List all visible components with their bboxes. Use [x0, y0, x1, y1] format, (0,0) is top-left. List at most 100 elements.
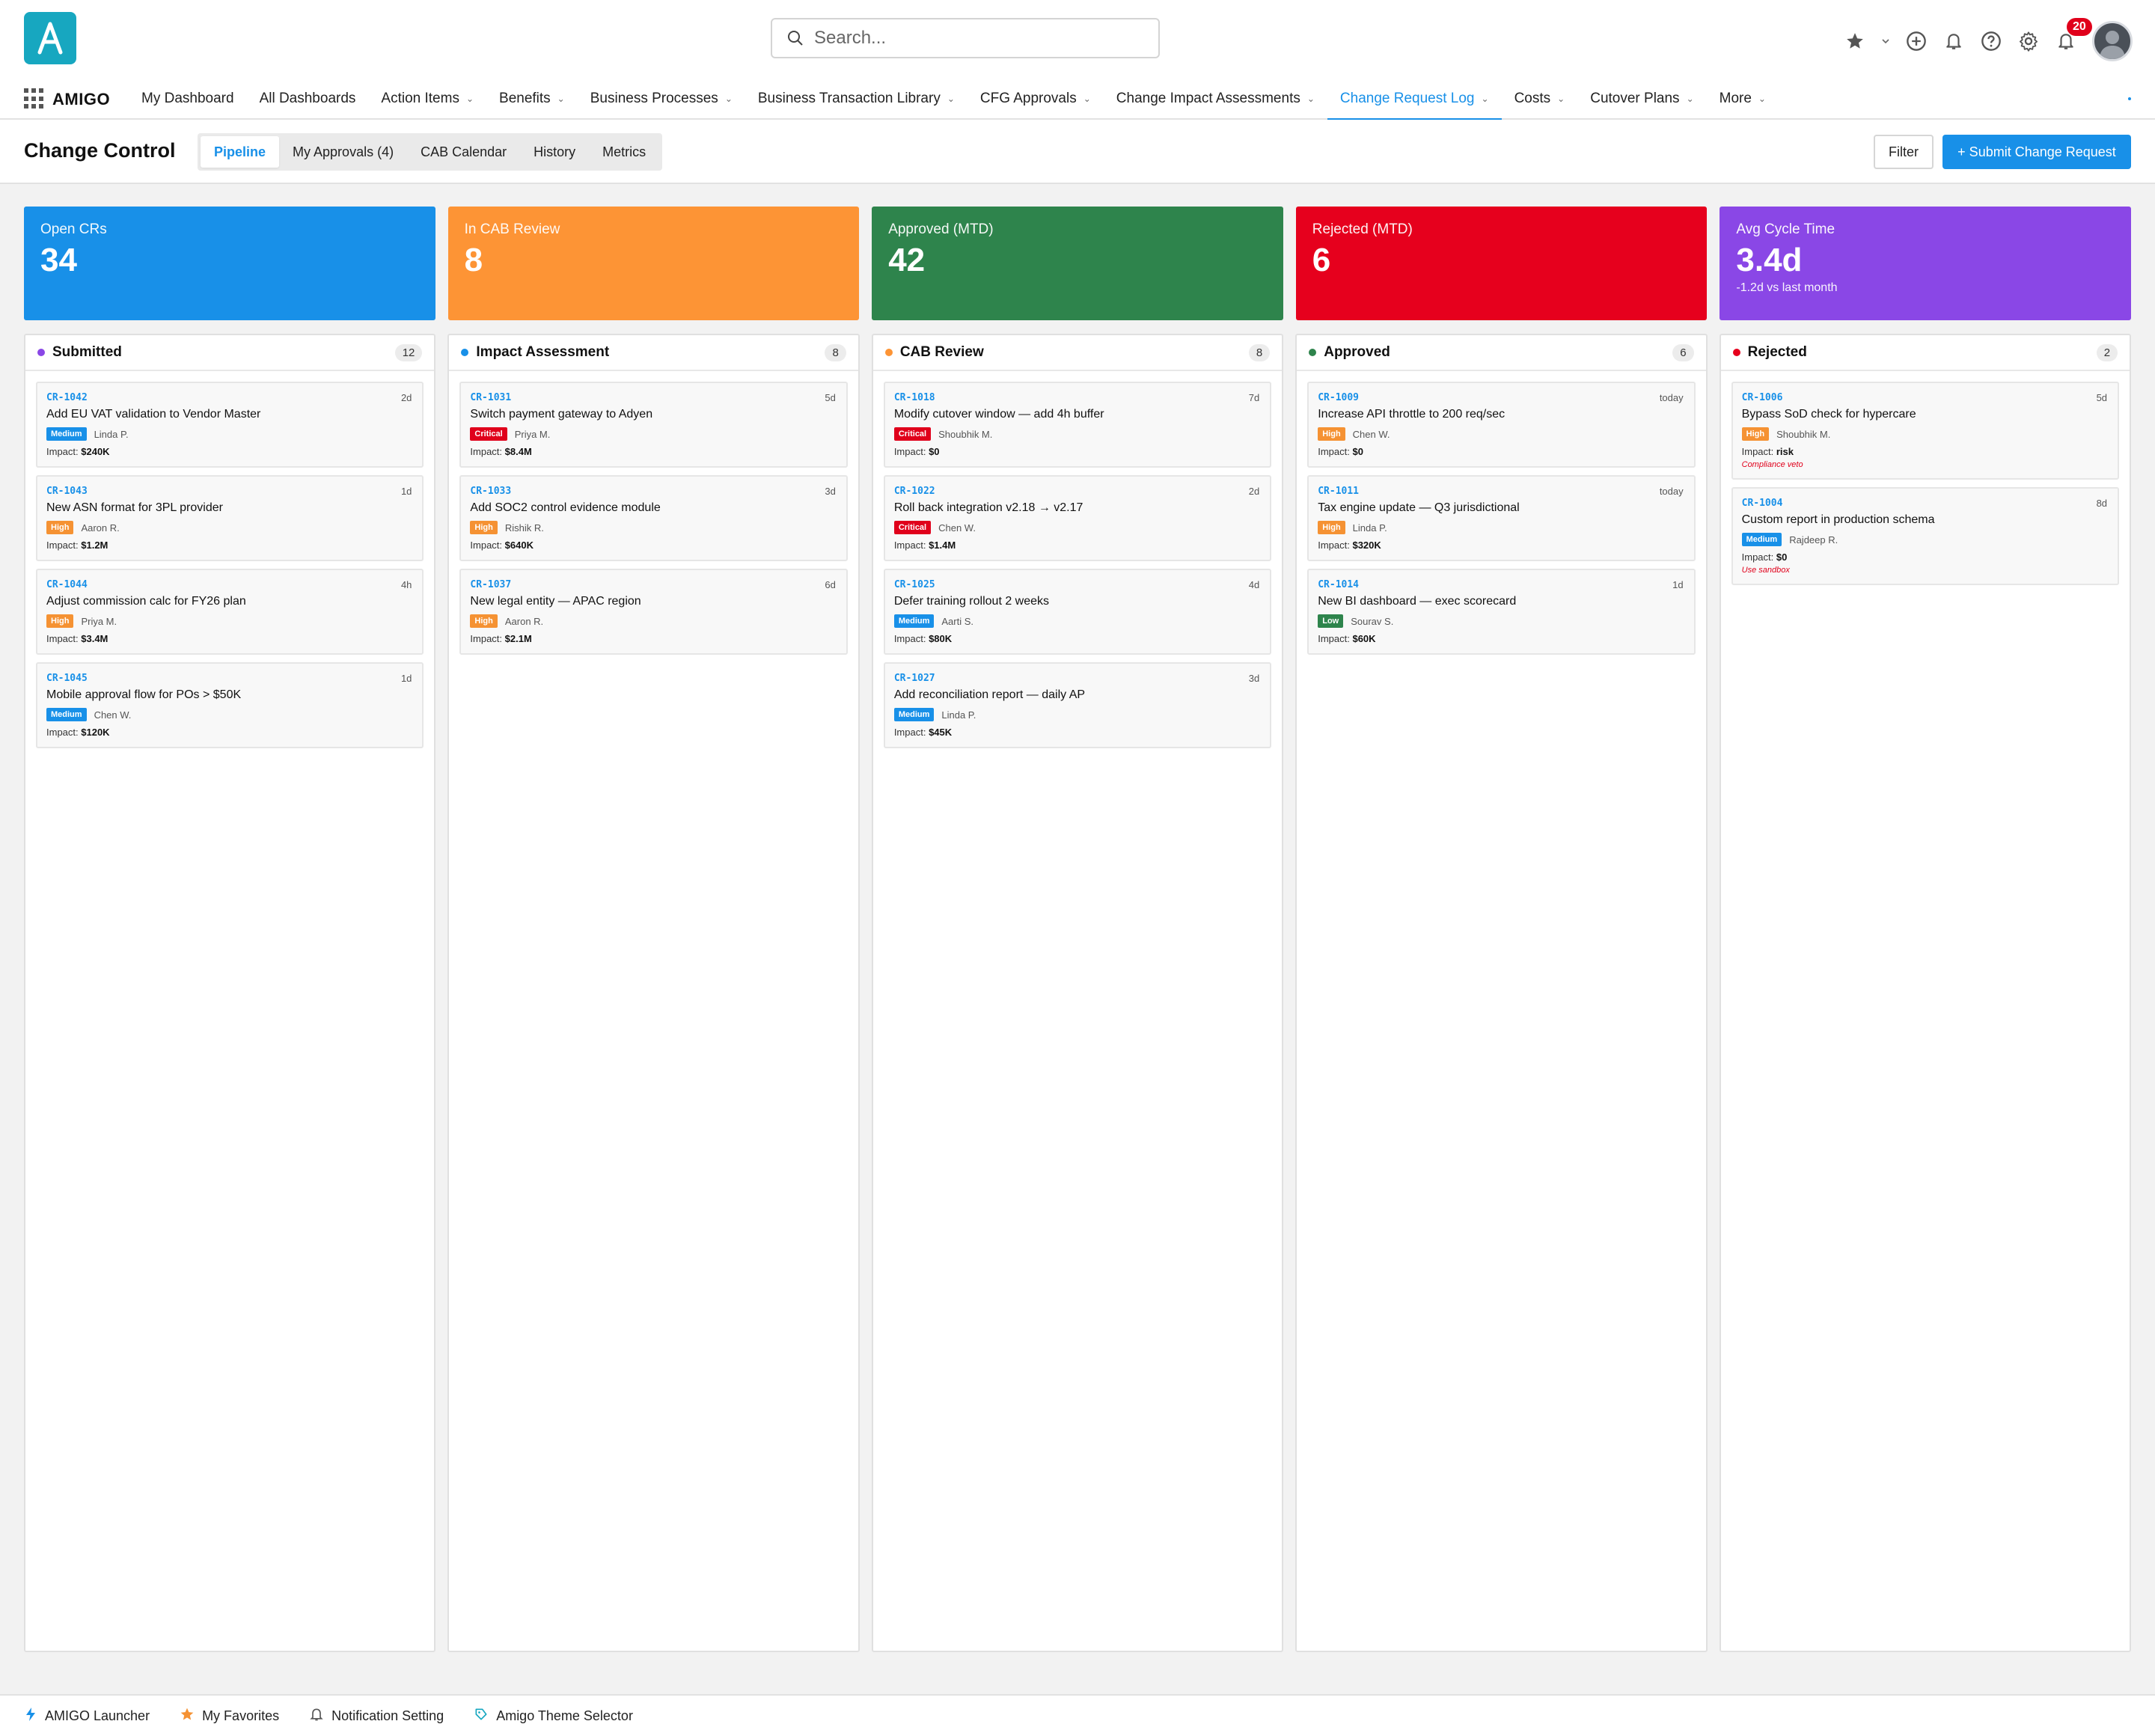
tab-metrics[interactable]: Metrics: [589, 136, 659, 168]
status-dot-icon: [884, 349, 893, 356]
help-icon[interactable]: [1980, 30, 2002, 52]
change-request-card[interactable]: CR-1043 1d New ASN format for 3PL provider…: [36, 475, 424, 561]
card-id[interactable]: CR-1045: [46, 673, 412, 684]
impact-value: $320K: [1352, 540, 1381, 551]
status-dot-icon: [1309, 349, 1317, 356]
card-id[interactable]: CR-1042: [46, 392, 412, 403]
nav-item-all-dashboards[interactable]: All Dashboards: [247, 78, 369, 120]
impact-label: Impact:: [470, 633, 505, 644]
priority-badge: Critical: [893, 427, 932, 441]
filter-button[interactable]: Filter: [1874, 135, 1934, 169]
nav-item-costs[interactable]: Costs ⌄: [1502, 78, 1578, 120]
nav-item-change-request-log[interactable]: Change Request Log ⌄: [1327, 78, 1502, 121]
card-owner: Rajdeep R.: [1789, 534, 1838, 545]
card-id[interactable]: CR-1014: [1318, 579, 1683, 590]
card-id[interactable]: CR-1006: [1742, 392, 2107, 403]
card-id[interactable]: CR-1037: [470, 579, 835, 590]
footer-my-favorites[interactable]: My Favorites: [180, 1707, 279, 1726]
card-meta: Medium Rajdeep R.: [1741, 533, 2107, 546]
change-request-card[interactable]: CR-1018 7d Modify cutover window — add 4h …: [883, 382, 1272, 468]
card-list: CR-1018 7d Modify cutover window — add 4h …: [873, 371, 1282, 759]
tab-history[interactable]: History: [520, 136, 589, 168]
column-header: Submitted 12: [25, 335, 435, 371]
app-logo[interactable]: [24, 12, 76, 64]
tab-cab-calendar[interactable]: CAB Calendar: [407, 136, 520, 168]
nav-item-my-dashboard[interactable]: My Dashboard: [129, 78, 247, 120]
kpi-row: Open CRs 34 In CAB Review 8 Approved (MTD) 42…: [24, 207, 2131, 320]
card-age: 1d: [1672, 579, 1684, 590]
nav-item-business-transaction-library[interactable]: Business Transaction Library ⌄: [745, 78, 968, 120]
change-request-card[interactable]: CR-1044 4h Adjust commission calc for FY26…: [36, 569, 424, 655]
footer-notification-setting[interactable]: Notification Setting: [309, 1707, 444, 1726]
nav-item-change-impact-assessments[interactable]: Change Impact Assessments ⌄: [1104, 78, 1327, 120]
change-request-card[interactable]: CR-1011 today Tax engine update — Q3 juris…: [1307, 475, 1696, 561]
footer-amigo-theme-selector[interactable]: Amigo Theme Selector: [474, 1707, 633, 1726]
kanban-board: Submitted 12 CR-1042 2d Add EU VAT validatio…: [24, 334, 2132, 1652]
nav-item-benefits[interactable]: Benefits ⌄: [486, 78, 578, 120]
nav-item-cutover-plans[interactable]: Cutover Plans ⌄: [1577, 78, 1706, 120]
add-circle-icon[interactable]: [1905, 30, 1928, 52]
change-request-card[interactable]: CR-1006 5d Bypass SoD check for hypercare H…: [1731, 382, 2120, 480]
submit-change-request-button[interactable]: + Submit Change Request: [1942, 135, 2131, 169]
favorites-caret-icon[interactable]: [1881, 30, 1890, 52]
change-request-card[interactable]: CR-1033 3d Add SOC2 control evidence modul…: [459, 475, 848, 561]
impact-label: Impact:: [893, 727, 929, 738]
impact-value: $120K: [81, 727, 110, 738]
column-title: Rejected: [1747, 344, 1807, 360]
app-grid-icon[interactable]: [24, 88, 45, 109]
card-id[interactable]: CR-1027: [894, 673, 1259, 684]
card-id[interactable]: CR-1018: [894, 392, 1259, 403]
card-meta: Medium Linda P.: [893, 708, 1259, 721]
card-id[interactable]: CR-1009: [1318, 392, 1683, 403]
tab-my-approvals-4[interactable]: My Approvals (4): [279, 136, 407, 168]
card-id[interactable]: CR-1022: [894, 486, 1259, 497]
change-request-card[interactable]: CR-1042 2d Add EU VAT validation to Vendor…: [36, 382, 424, 468]
card-id[interactable]: CR-1033: [470, 486, 835, 497]
search-input[interactable]: [814, 28, 1143, 49]
card-owner: Shoubhik M.: [938, 428, 993, 440]
search-box[interactable]: [771, 18, 1160, 58]
card-id[interactable]: CR-1044: [46, 579, 412, 590]
nav-item-action-items[interactable]: Action Items ⌄: [368, 78, 486, 120]
kpi-card-avg-cycle-time: Avg Cycle Time 3.4d -1.2d vs last month: [1720, 207, 2131, 320]
nav-item-cfg-approvals[interactable]: CFG Approvals ⌄: [968, 78, 1104, 120]
card-title: New legal entity — APAC region: [470, 595, 641, 608]
change-request-card[interactable]: CR-1027 3d Add reconciliation report — dai…: [883, 662, 1272, 748]
kpi-label: Avg Cycle Time: [1736, 221, 1835, 237]
footer-amigo-launcher[interactable]: AMIGO Launcher: [24, 1707, 150, 1726]
priority-badge: Medium: [46, 708, 87, 721]
card-id[interactable]: CR-1043: [46, 486, 412, 497]
change-request-card[interactable]: CR-1031 5d Switch payment gateway to Adyen…: [459, 382, 848, 468]
brand-name[interactable]: AMIGO: [52, 90, 110, 109]
nav-item-more[interactable]: More ⌄: [1707, 78, 1779, 120]
bell-icon: [309, 1707, 324, 1726]
card-title: Add reconciliation report — daily AP: [893, 688, 1086, 701]
change-request-card[interactable]: CR-1022 2d Roll back integration v2.18 → v…: [883, 475, 1272, 561]
nav-item-label: Business Transaction Library: [757, 91, 941, 106]
card-impact: Impact: $3.4M: [46, 633, 412, 644]
card-owner: Aarti S.: [941, 615, 973, 627]
favorites-star-icon[interactable]: [1844, 30, 1866, 52]
card-id[interactable]: CR-1025: [894, 579, 1259, 590]
chevron-down-icon: ⌄: [1083, 94, 1091, 104]
change-request-card[interactable]: CR-1004 8d Custom report in production sch…: [1731, 487, 2120, 585]
impact-value: risk: [1776, 446, 1794, 457]
card-age: 6d: [825, 579, 836, 590]
change-request-card[interactable]: CR-1037 6d New legal entity — APAC region H…: [459, 569, 848, 655]
change-request-card[interactable]: CR-1025 4d Defer training rollout 2 weeks M…: [883, 569, 1272, 655]
card-age: 2d: [1248, 486, 1260, 497]
tab-pipeline[interactable]: Pipeline: [201, 136, 280, 168]
alert-bell-icon[interactable]: [1942, 30, 1965, 52]
card-id[interactable]: CR-1031: [470, 392, 835, 403]
chevron-down-icon: ⌄: [1481, 94, 1489, 104]
change-request-card[interactable]: CR-1014 1d New BI dashboard — exec scoreca…: [1307, 569, 1696, 655]
change-request-card[interactable]: CR-1045 1d Mobile approval flow for POs > …: [36, 662, 424, 748]
card-id[interactable]: CR-1011: [1318, 486, 1683, 497]
settings-gear-icon[interactable]: [2017, 30, 2040, 52]
notifications-bell-icon[interactable]: 20: [2055, 18, 2092, 52]
nav-item-business-processes[interactable]: Business Processes ⌄: [578, 78, 745, 120]
card-id[interactable]: CR-1004: [1742, 498, 2107, 509]
column-header: CAB Review 8: [872, 335, 1283, 371]
change-request-card[interactable]: CR-1009 today Increase API throttle to 200…: [1307, 382, 1696, 468]
user-avatar[interactable]: [2092, 21, 2133, 61]
